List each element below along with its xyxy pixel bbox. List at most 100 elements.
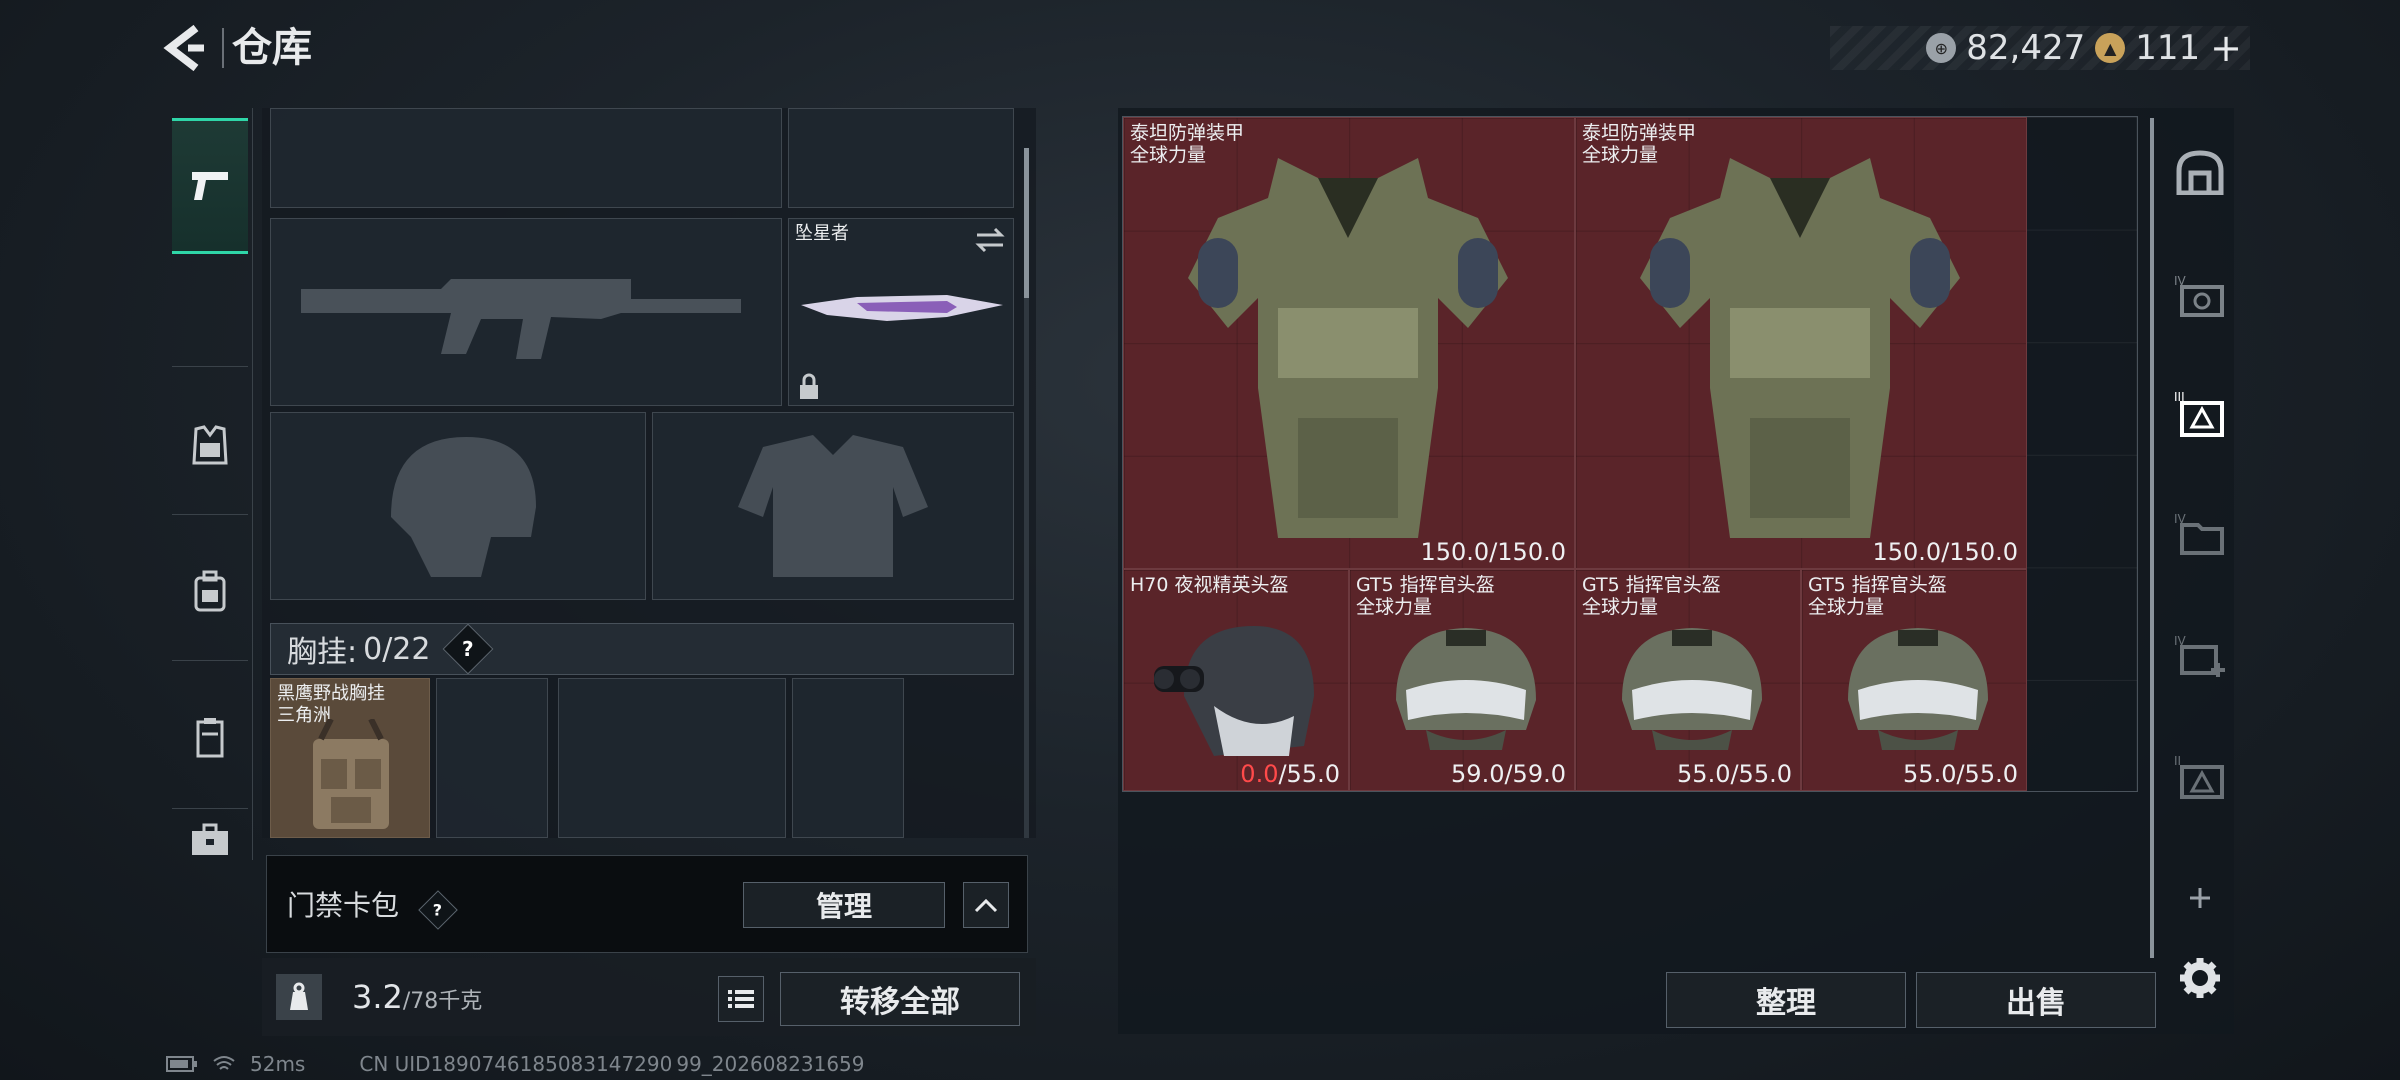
equipment-scrollbar[interactable] bbox=[1024, 148, 1029, 838]
nvg-helmet-image bbox=[1154, 626, 1314, 756]
battery-icon bbox=[166, 1056, 197, 1072]
settings-button[interactable] bbox=[2172, 950, 2228, 1006]
durability-max: /150.0 bbox=[1489, 538, 1566, 566]
durability-max: /55.0 bbox=[1730, 760, 1792, 788]
slot-melee[interactable]: 坠星者 bbox=[788, 218, 1014, 406]
item-name: H70 夜视精英头盔 bbox=[1130, 574, 1289, 596]
container-icon bbox=[196, 718, 224, 758]
durability-current: 59.0 bbox=[1451, 760, 1505, 788]
stash-item-helmet[interactable]: GT5 指挥官头盔 全球力量 55.0/55.0 bbox=[1801, 569, 2027, 791]
weight-readout: 3.2/78千克 bbox=[352, 978, 482, 1016]
stash-scrollbar[interactable] bbox=[2150, 118, 2154, 958]
slot-helmet[interactable] bbox=[270, 412, 646, 600]
keycard-case-title: 门禁卡包 bbox=[287, 889, 400, 922]
add-stash-page-button[interactable] bbox=[2172, 870, 2228, 926]
body-armor-image bbox=[1188, 158, 1508, 538]
stash-home-icon bbox=[2176, 150, 2224, 195]
rig-pocket-slot[interactable] bbox=[792, 678, 904, 838]
helmet-silhouette-icon bbox=[391, 437, 536, 577]
slot-primary-top[interactable] bbox=[270, 108, 782, 208]
stash-tab-icon: IV bbox=[2174, 512, 2224, 555]
keycard-case-label: 门禁卡包 ? bbox=[287, 884, 458, 930]
stash-page-add[interactable]: IV bbox=[2172, 628, 2228, 684]
item-durability: 150.0/150.0 bbox=[1420, 538, 1566, 566]
back-button[interactable] bbox=[160, 22, 208, 74]
rail-vest[interactable] bbox=[172, 380, 248, 510]
wifi-icon bbox=[213, 1056, 235, 1070]
durability-current: 55.0 bbox=[1903, 760, 1957, 788]
scroll-thumb[interactable] bbox=[1024, 148, 1029, 298]
status-bar: 52ms CN UID1890746185083147290 99_202608… bbox=[166, 1052, 865, 1076]
rail-case[interactable] bbox=[172, 820, 248, 860]
slot-secondary-top[interactable] bbox=[788, 108, 1014, 208]
chest-rig-label: 胸挂: bbox=[287, 635, 358, 670]
stash-panel: 泰坦防弹装甲 全球力量 150.0/150.0 泰坦防弹装甲 全球力量 150.… bbox=[1118, 108, 2234, 1034]
rifle-silhouette-icon bbox=[301, 279, 741, 359]
stash-tab-icon: IV bbox=[2174, 634, 2225, 677]
stash-grid: 泰坦防弹装甲 全球力量 150.0/150.0 泰坦防弹装甲 全球力量 150.… bbox=[1122, 116, 2138, 792]
equipment-panel: 坠星者 胸挂: 0/22 ? 黑鹰野战胸挂 三角洲 bbox=[262, 108, 1036, 838]
stash-page-3-active[interactable]: III bbox=[2172, 386, 2228, 442]
ping-readout: 52ms bbox=[250, 1052, 306, 1076]
rail-divider bbox=[172, 514, 248, 515]
title-separator bbox=[222, 28, 224, 68]
stash-tab-icon: III bbox=[2174, 390, 2224, 437]
manage-button[interactable]: 管理 bbox=[743, 882, 945, 928]
stash-page-main[interactable] bbox=[2172, 144, 2228, 200]
durability-current: 0.0 bbox=[1240, 760, 1279, 788]
item-durability: 55.0/55.0 bbox=[1903, 760, 2018, 788]
transfer-all-button[interactable]: 转移全部 bbox=[780, 972, 1020, 1026]
lock-icon bbox=[800, 373, 818, 399]
weight-max: /78千克 bbox=[402, 989, 483, 1014]
collapse-button[interactable] bbox=[963, 882, 1009, 928]
durability-max: /55.0 bbox=[1278, 760, 1340, 788]
rail-divider bbox=[172, 366, 248, 367]
gold-amount: 111 bbox=[2135, 28, 2201, 68]
chest-rig-capacity: 0/22 bbox=[363, 631, 431, 667]
chest-rig-bar: 胸挂: 0/22 ? bbox=[270, 623, 1014, 675]
list-icon bbox=[728, 990, 754, 1008]
rail-container[interactable] bbox=[172, 672, 248, 802]
currency-bar: ⊕ 82,427 ▲ 111 + bbox=[1830, 26, 2250, 70]
rail-weapons[interactable] bbox=[172, 118, 248, 254]
stash-page-4b[interactable]: IV bbox=[2172, 506, 2228, 562]
keycard-help-icon[interactable]: ? bbox=[418, 889, 458, 930]
sell-button[interactable]: 出售 bbox=[1916, 972, 2156, 1028]
stash-item-armor[interactable]: 泰坦防弹装甲 全球力量 150.0/150.0 bbox=[1575, 117, 2027, 569]
sort-button[interactable]: 整理 bbox=[1666, 972, 1906, 1028]
slot-primary-weapon[interactable] bbox=[270, 218, 782, 406]
weight-icon bbox=[276, 974, 322, 1020]
stash-item-helmet[interactable]: GT5 指挥官头盔 全球力量 55.0/55.0 bbox=[1575, 569, 1801, 791]
item-durability: 59.0/59.0 bbox=[1451, 760, 1566, 788]
stash-tab-icon: IV bbox=[2174, 274, 2224, 317]
slot-armor[interactable] bbox=[652, 412, 1014, 600]
chevron-up-icon bbox=[974, 898, 998, 913]
item-durability: 0.0/55.0 bbox=[1240, 760, 1340, 788]
rig-pocket-slot[interactable] bbox=[558, 678, 786, 838]
silver-coin-icon: ⊕ bbox=[1926, 33, 1957, 63]
commander-helmet-image bbox=[1622, 628, 1762, 750]
rig-item[interactable]: 黑鹰野战胸挂 三角洲 bbox=[270, 678, 430, 838]
stash-page-4[interactable]: IV bbox=[2172, 268, 2228, 324]
stash-item-helmet[interactable]: H70 夜视精英头盔 0.0/55.0 bbox=[1123, 569, 1349, 791]
inventory-footer: 3.2/78千克 转移全部 bbox=[262, 958, 1036, 1036]
page-title: 仓库 bbox=[232, 25, 312, 71]
rig-pocket-slot[interactable] bbox=[436, 678, 548, 838]
stash-item-armor[interactable]: 泰坦防弹装甲 全球力量 150.0/150.0 bbox=[1123, 117, 1575, 569]
commander-helmet-image bbox=[1396, 628, 1536, 750]
rail-backpack[interactable] bbox=[172, 526, 248, 656]
uid-readout: CN UID1890746185083147290 99_20260823165… bbox=[359, 1052, 865, 1076]
chest-rig-help-icon[interactable]: ? bbox=[443, 623, 494, 675]
stash-page-rail: IV III IV IV II bbox=[2164, 108, 2234, 1034]
durability-current: 55.0 bbox=[1677, 760, 1731, 788]
gear-icon bbox=[2180, 958, 2220, 998]
chest-rig-image bbox=[313, 719, 389, 829]
list-view-button[interactable] bbox=[718, 976, 764, 1022]
vest-icon bbox=[192, 425, 228, 465]
swap-icon[interactable] bbox=[975, 227, 1005, 253]
keycard-case: 门禁卡包 ? 管理 bbox=[266, 855, 1028, 953]
stash-page-alt[interactable]: II bbox=[2172, 748, 2228, 804]
plus-icon bbox=[2190, 888, 2210, 908]
add-currency-button[interactable]: + bbox=[2210, 26, 2242, 70]
stash-item-helmet[interactable]: GT5 指挥官头盔 全球力量 59.0/59.0 bbox=[1349, 569, 1575, 791]
